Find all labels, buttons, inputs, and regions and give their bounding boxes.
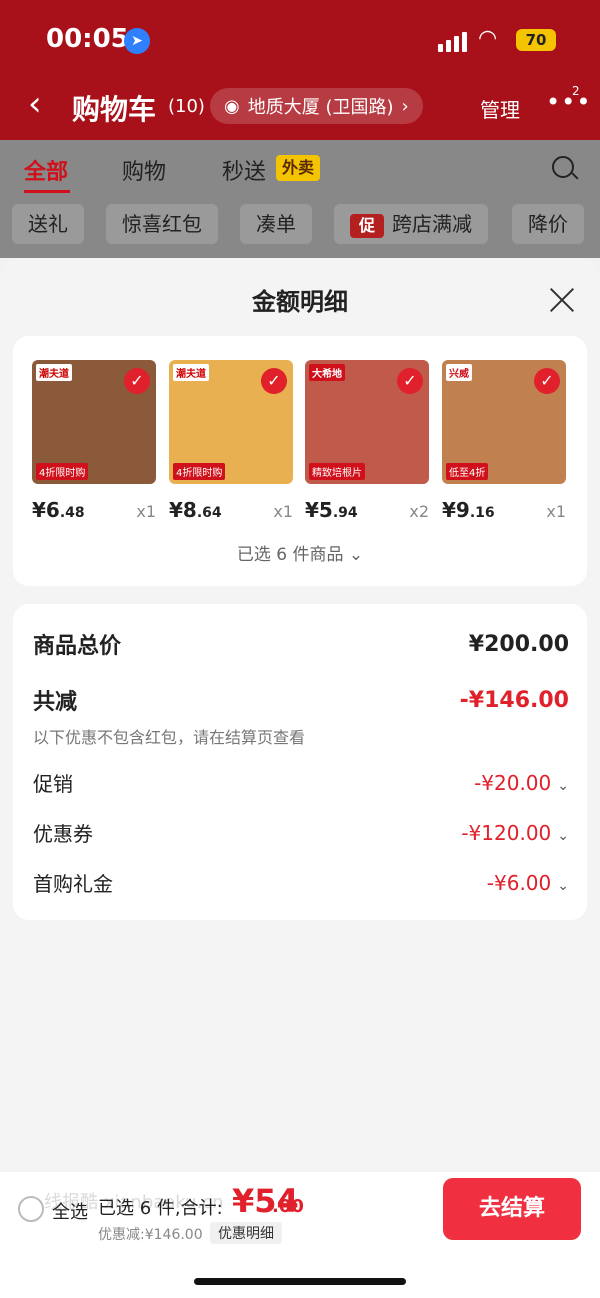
price-summary-card: 商品总价 ¥200.00 共减 -¥146.00 以下优惠不包含红包，请在结算页… [13,604,587,920]
selected-sum-label: 已选 6 件,合计: [98,1198,223,1219]
selected-count-text: 已选 6 件商品 [236,545,344,565]
product-qty: x2 [409,502,429,521]
more-icon[interactable]: ••• [546,88,591,116]
status-time: 00:05 [46,24,129,54]
discount-note: 以下优惠不包含红包，请在结算页查看 [33,728,306,747]
promo-row[interactable]: 促销 -¥20.00 ⌄ [33,768,569,797]
nav-bar: ‹ 购物车 (10) ◉ 地质大厦 (卫国路) › 管理 ••• 2 [0,78,600,134]
check-icon[interactable]: ✓ [124,368,150,394]
chip-red-packet[interactable]: 惊喜红包 [106,204,218,244]
product-item[interactable]: 潮夫道 4折限时购 ✓ ¥8.64 x1 [169,360,293,522]
waimai-badge: 外卖 [276,155,321,181]
product-item[interactable]: 大希地 精致培根片 ✓ ¥5.94 x2 [305,360,429,522]
product-qty: x1 [546,502,566,521]
checkout-bar: 线报酷 xianbaoku.cn 全选 已选 6 件,合计: ¥54 .00 优… [0,1172,600,1246]
gift-value: -¥6.00 [486,870,552,895]
selected-count-toggle[interactable]: 已选 6 件商品 ⌄ [13,540,587,565]
product-label: 低至4折 [446,463,489,480]
product-image: 兴威 低至4折 ✓ [442,360,566,484]
product-item[interactable]: 潮夫道 4折限时购 ✓ ¥6.48 x1 [32,360,156,522]
tab-underline [24,190,70,193]
product-brand: 兴威 [446,364,472,381]
select-all-label[interactable]: 全选 [52,1198,88,1224]
tab-all[interactable]: 全部 [24,154,68,186]
products-card: 潮夫道 4折限时购 ✓ ¥6.48 x1 潮夫道 4折限时购 ✓ ¥8.64 x… [13,336,587,586]
reduce-label: 共减 [33,690,78,715]
back-icon[interactable]: ‹ [28,84,42,124]
chip-gift[interactable]: 送礼 [12,204,84,244]
sum-decimal: .00 [272,1196,304,1217]
wifi-icon: ◠ [478,26,498,51]
select-all-checkbox[interactable] [18,1196,44,1222]
discount-amount: 优惠减:¥146.00 [98,1227,203,1243]
product-price: ¥5.94 [305,498,358,522]
product-label: 4折限时购 [36,463,89,480]
product-brand: 大希地 [309,364,345,381]
total-value: ¥200.00 [468,631,569,657]
close-icon[interactable] [548,286,576,314]
reduce-row: 共减 -¥146.00 [33,684,569,716]
product-brand: 潮夫道 [36,364,72,381]
sheet-title: 金额明细 [252,288,348,316]
checkout-button[interactable]: 去结算 [443,1178,581,1240]
page-title: 购物车 [72,93,157,126]
product-label: 精致培根片 [309,463,365,480]
coupon-row[interactable]: 优惠券 -¥120.00 ⌄ [33,818,569,847]
promo-label: 促销 [33,772,73,796]
check-icon[interactable]: ✓ [534,368,560,394]
product-image: 潮夫道 4折限时购 ✓ [32,360,156,484]
product-price: ¥8.64 [169,498,222,522]
chevron-down-icon: ⌄ [348,545,364,565]
chevron-right-icon: › [401,95,409,117]
total-label: 商品总价 [33,634,122,659]
promo-icon: 促 [350,213,384,238]
discount-detail-button[interactable]: 优惠明细 [210,1222,282,1244]
signal-icon [438,32,467,52]
coupon-label: 优惠券 [33,822,93,846]
chip-bundle[interactable]: 凑单 [240,204,312,244]
manage-button[interactable]: 管理 [480,94,520,123]
gift-row[interactable]: 首购礼金 -¥6.00 ⌄ [33,868,569,897]
chip-cross-store-label: 跨店满减 [392,212,472,236]
product-price: ¥9.16 [442,498,495,522]
coupon-value: -¥120.00 [461,820,552,845]
product-qty: x1 [136,502,156,521]
tab-instant[interactable]: 秒送 [222,154,266,186]
product-image: 大希地 精致培根片 ✓ [305,360,429,484]
home-indicator-area [0,1246,600,1298]
search-icon[interactable] [552,156,574,178]
status-bar: 00:05 ➤ ◠ 70 [0,0,600,78]
address-selector[interactable]: ◉ 地质大厦 (卫国路) › [210,88,423,124]
check-icon[interactable]: ✓ [261,368,287,394]
reduce-value: -¥146.00 [459,687,569,713]
location-arrow-icon: ➤ [124,28,150,54]
cart-count: (10) [168,96,205,117]
product-item[interactable]: 兴威 低至4折 ✓ ¥9.16 x1 [442,360,566,522]
product-price: ¥6.48 [32,498,85,522]
tab-shopping[interactable]: 购物 [122,154,166,186]
battery-indicator: 70 [516,29,556,51]
eye-icon: ◉ [224,95,240,117]
product-brand: 潮夫道 [173,364,209,381]
top-header: 00:05 ➤ ◠ 70 ‹ 购物车 (10) ◉ 地质大厦 (卫国路) › 管… [0,0,600,140]
chevron-down-icon: ⌄ [557,777,569,794]
total-row: 商品总价 ¥200.00 [33,628,569,660]
gift-label: 首购礼金 [33,872,113,896]
product-qty: x1 [273,502,293,521]
check-icon[interactable]: ✓ [397,368,423,394]
chevron-down-icon: ⌄ [557,827,569,844]
filter-chips: 送礼 惊喜红包 凑单 促跨店满减 降价 [0,200,600,258]
address-text: 地质大厦 (卫国路) [247,97,394,118]
more-badge: 2 [572,84,580,98]
product-image: 潮夫道 4折限时购 ✓ [169,360,293,484]
promo-value: -¥20.00 [474,770,552,795]
chip-cross-store[interactable]: 促跨店满减 [334,204,488,244]
product-label: 4折限时购 [173,463,226,480]
home-indicator[interactable] [194,1278,406,1285]
amount-detail-sheet: 金额明细 潮夫道 4折限时购 ✓ ¥6.48 x1 潮夫道 4折限时购 ✓ ¥8… [0,258,600,1172]
chevron-down-icon: ⌄ [557,877,569,894]
chip-price-drop[interactable]: 降价 [512,204,584,244]
